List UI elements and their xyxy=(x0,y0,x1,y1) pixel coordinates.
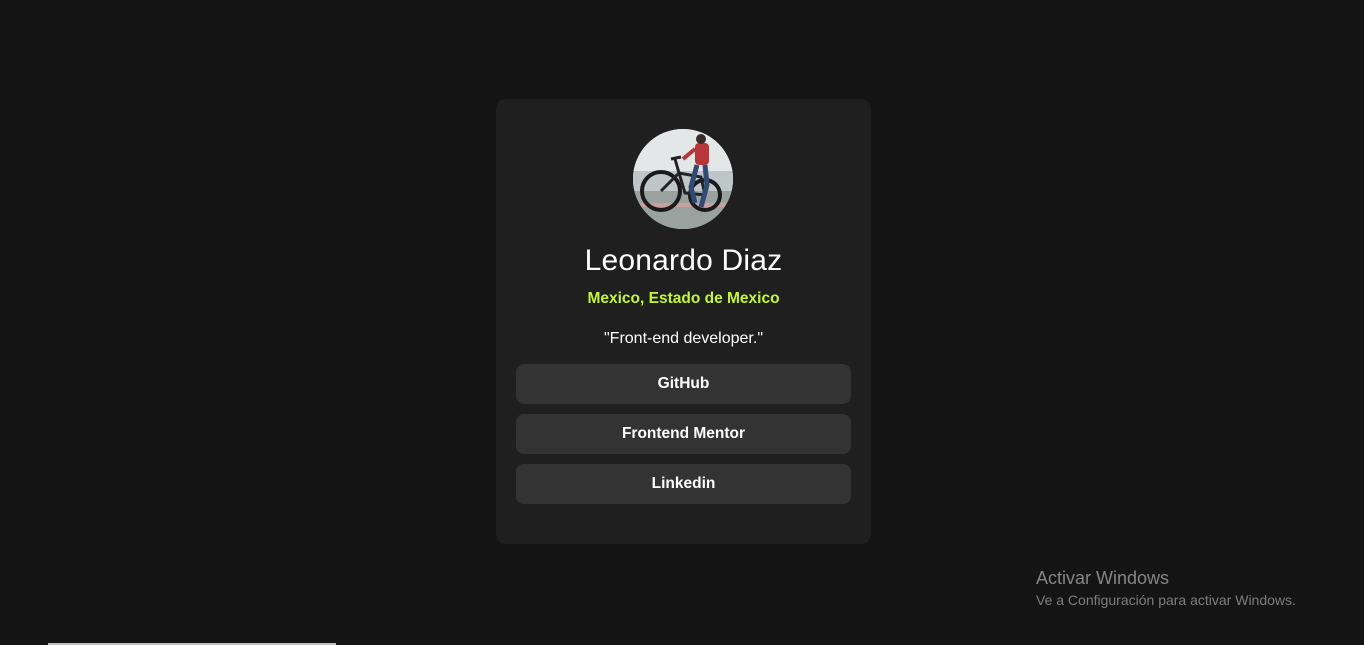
profile-card: Leonardo Diaz Mexico, Estado de Mexico "… xyxy=(496,99,871,544)
windows-activation-watermark: Activar Windows Ve a Configuración para … xyxy=(1036,567,1296,609)
profile-name: Leonardo Diaz xyxy=(584,244,783,277)
avatar xyxy=(633,129,733,229)
profile-bio: "Front-end developer." xyxy=(603,330,763,347)
linkedin-link-button[interactable]: Linkedin xyxy=(516,464,851,504)
profile-location: Mexico, Estado de Mexico xyxy=(587,290,780,307)
social-links-list: GitHub Frontend Mentor Linkedin xyxy=(516,364,851,514)
github-link-button[interactable]: GitHub xyxy=(516,364,851,404)
watermark-subtitle: Ve a Configuración para activar Windows. xyxy=(1036,592,1296,608)
list-item: Frontend Mentor xyxy=(516,414,851,454)
watermark-title: Activar Windows xyxy=(1036,568,1170,588)
avatar-photo-icon xyxy=(633,129,733,229)
page: Leonardo Diaz Mexico, Estado de Mexico "… xyxy=(0,0,1364,645)
list-item: Linkedin xyxy=(516,464,851,504)
list-item: GitHub xyxy=(516,364,851,404)
frontend-mentor-link-button[interactable]: Frontend Mentor xyxy=(516,414,851,454)
